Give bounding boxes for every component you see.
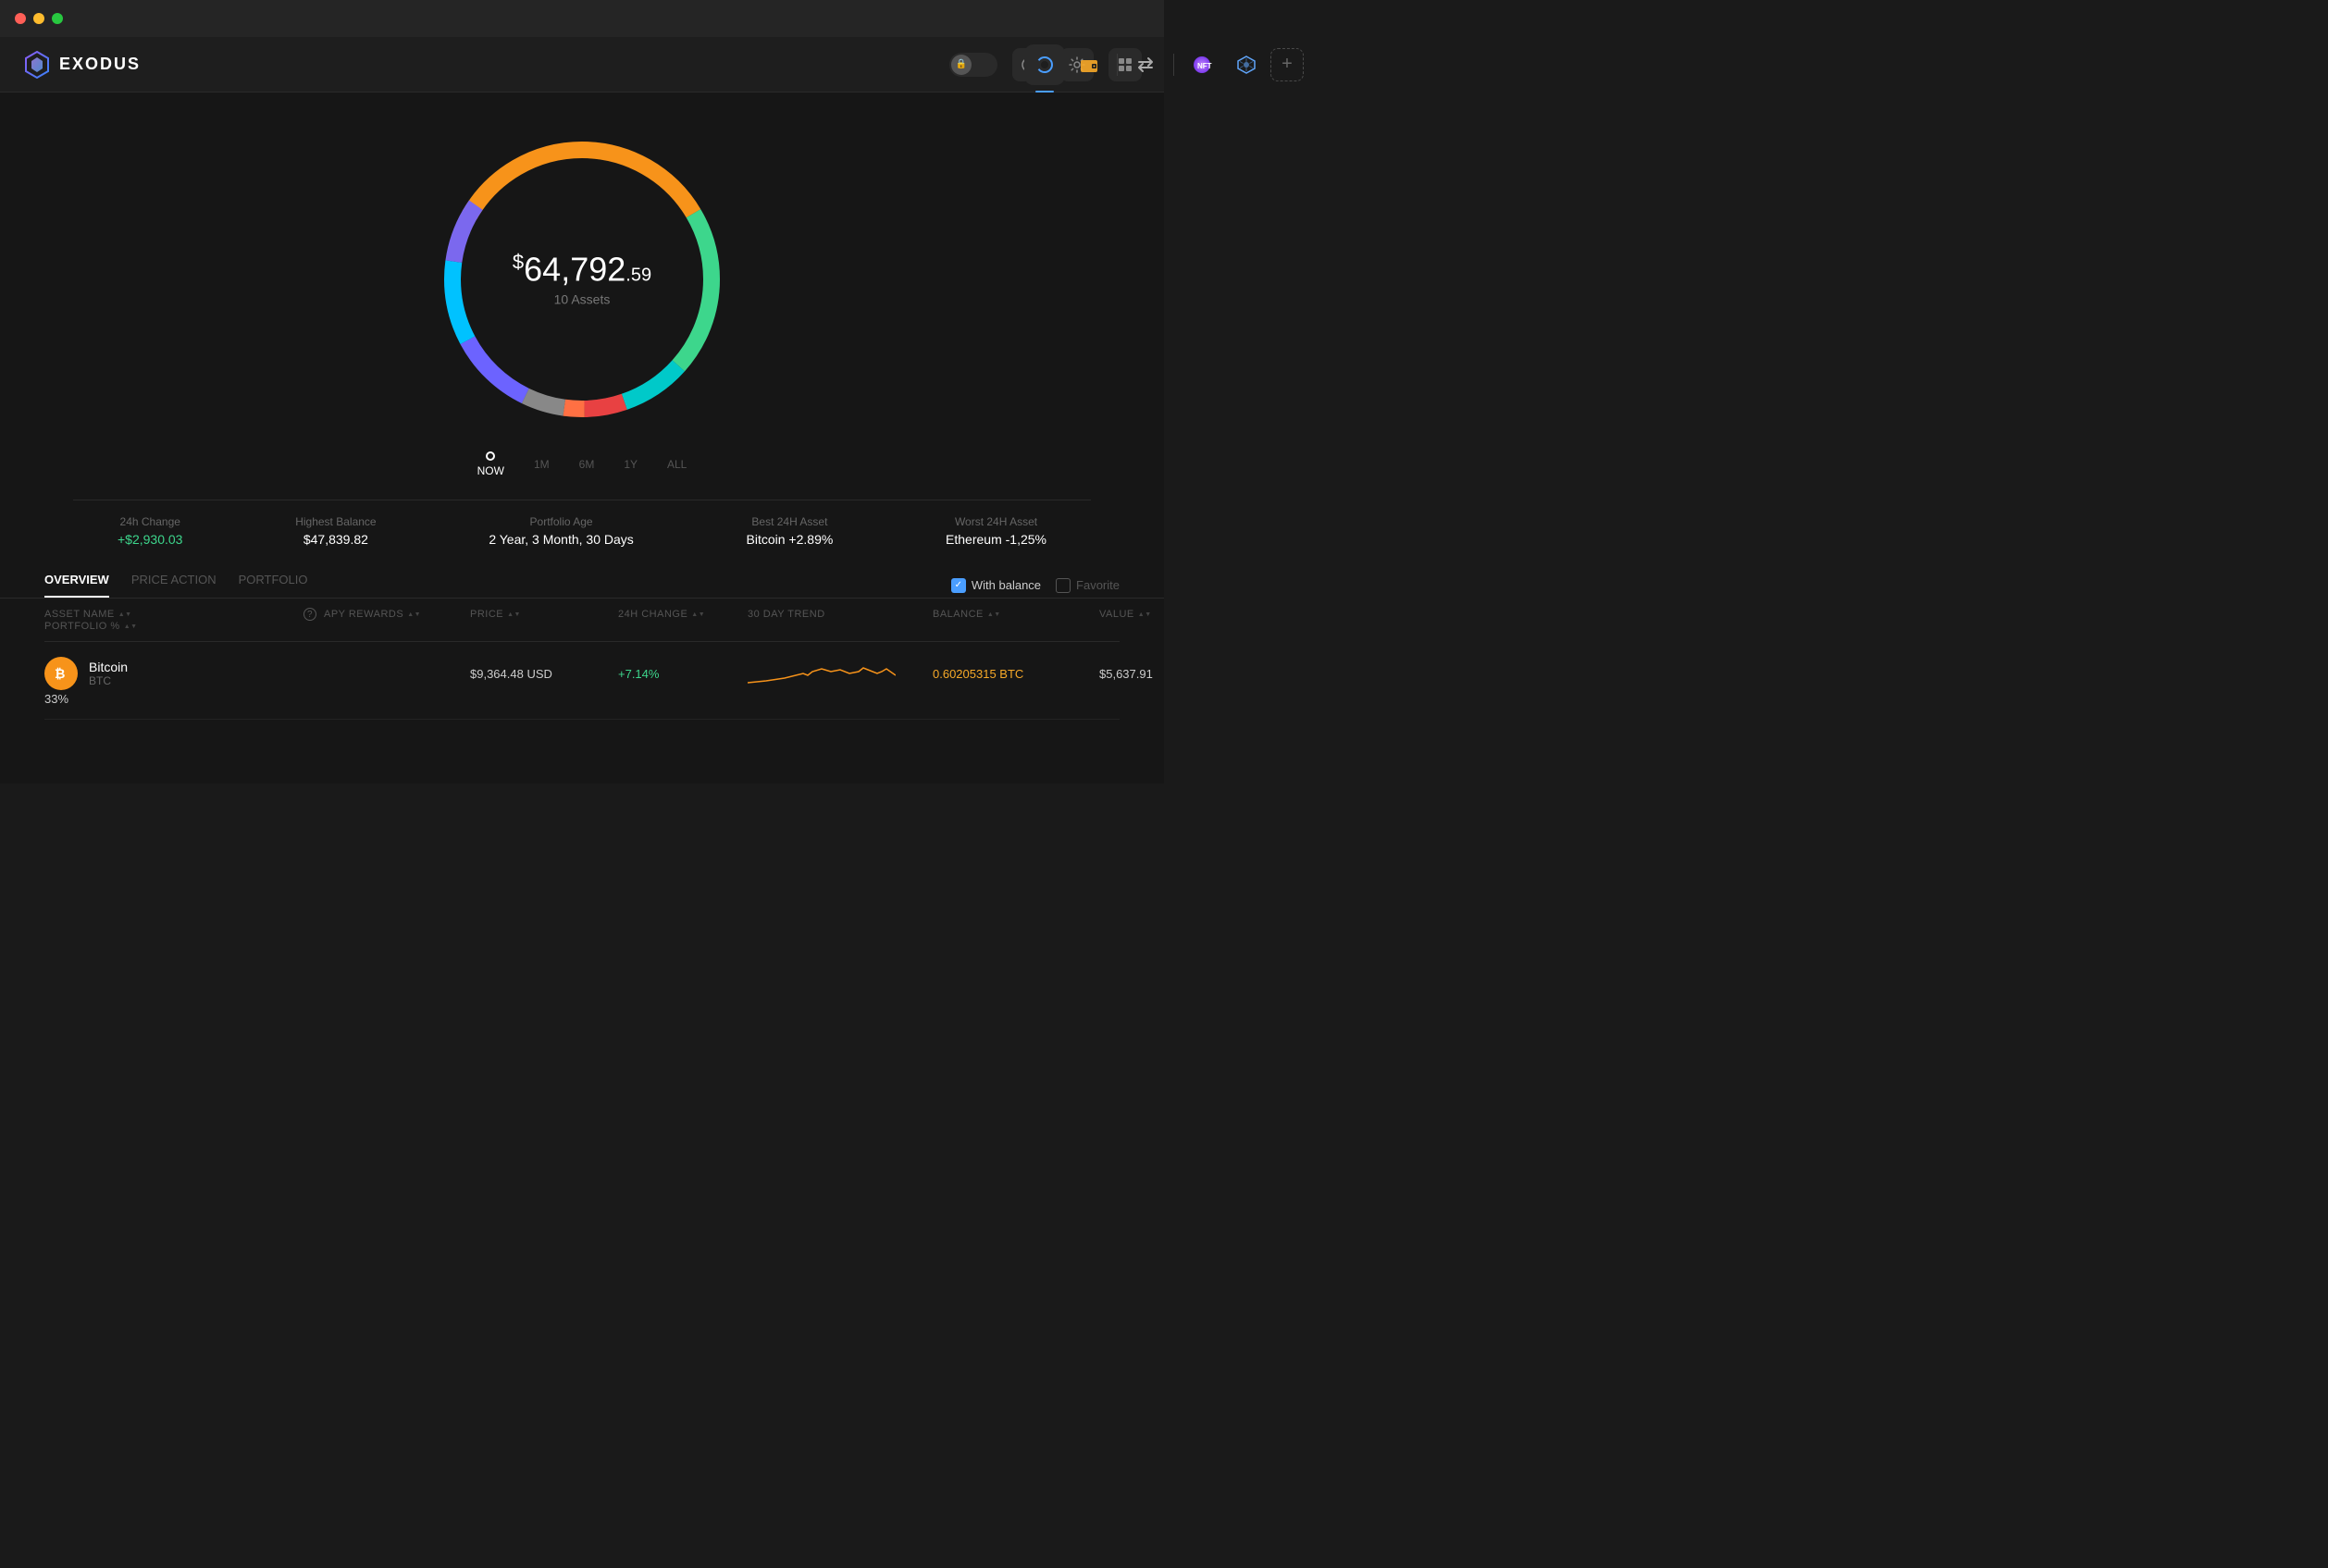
timeline-dot xyxy=(486,451,495,461)
stat-best-label: Best 24H Asset xyxy=(747,515,834,528)
th-apy[interactable]: ? APY REWARDS ▲▼ xyxy=(303,608,470,621)
th-price[interactable]: PRICE ▲▼ xyxy=(470,608,618,621)
sort-asset-name: ▲▼ xyxy=(118,611,132,618)
btc-value: $5,637.91 xyxy=(1099,667,1164,681)
stat-highest-value: $47,839.82 xyxy=(295,532,376,547)
titlebar xyxy=(0,0,1164,37)
th-asset-name[interactable]: ASSET NAME ▲▼ xyxy=(44,608,303,621)
with-balance-toggle[interactable]: ✓ With balance xyxy=(951,578,1041,593)
timeline-1y-label: 1Y xyxy=(624,458,638,471)
timeline-all-label: ALL xyxy=(667,458,687,471)
with-balance-label: With balance xyxy=(972,578,1041,592)
stats-bar: 24h Change +$2,930.03 Highest Balance $4… xyxy=(73,500,1091,562)
stat-highest-label: Highest Balance xyxy=(295,515,376,528)
stat-highest-balance: Highest Balance $47,839.82 xyxy=(295,515,376,547)
timeline-all[interactable]: ALL xyxy=(667,458,687,471)
table-header: ASSET NAME ▲▼ ? APY REWARDS ▲▼ PRICE ▲▼ … xyxy=(44,599,1120,642)
portfolio-donut: $64,792.59 10 Assets xyxy=(425,122,739,437)
stat-age-label: Portfolio Age xyxy=(489,515,633,528)
portfolio-total-value: $64,792.59 xyxy=(513,253,651,287)
stat-24h-label: 24h Change xyxy=(118,515,182,528)
tab-overview[interactable]: OVERVIEW xyxy=(44,573,109,598)
tab-portfolio[interactable] xyxy=(1024,44,1065,85)
tab-exchange[interactable] xyxy=(1125,44,1166,85)
stat-age-value: 2 Year, 3 Month, 30 Days xyxy=(489,532,633,547)
stat-worst-asset: Worst 24H Asset Ethereum -1,25% xyxy=(946,515,1046,547)
with-balance-check: ✓ xyxy=(951,578,966,593)
help-icon: ? xyxy=(303,608,316,621)
sort-balance: ▲▼ xyxy=(987,611,1001,618)
th-30day: 30 DAY TREND xyxy=(748,608,933,621)
stat-best-asset: Best 24H Asset Bitcoin +2.89% xyxy=(747,515,834,547)
tab-web3[interactable] xyxy=(1226,44,1267,85)
btc-icon: ₿ xyxy=(44,657,78,690)
stat-portfolio-age: Portfolio Age 2 Year, 3 Month, 30 Days xyxy=(489,515,633,547)
tab-nft[interactable]: NFT xyxy=(1182,44,1222,85)
tab-price-action[interactable]: PRICE ACTION xyxy=(131,573,217,598)
table-filter-right: ✓ With balance Favorite xyxy=(951,578,1120,593)
lock-icon: 🔒 xyxy=(951,55,972,75)
lock-toggle[interactable]: 🔒 xyxy=(949,53,997,77)
portfolio-section: $64,792.59 10 Assets NOW 1M 6M 1Y ALL xyxy=(0,93,1164,500)
th-portfolio-pct[interactable]: PORTFOLIO % ▲▼ xyxy=(44,621,303,632)
stat-worst-value: Ethereum -1,25% xyxy=(946,532,1046,547)
table-row[interactable]: ₿ Bitcoin BTC $9,364.48 USD +7.14% 0.602… xyxy=(44,642,1120,720)
asset-table: ASSET NAME ▲▼ ? APY REWARDS ▲▼ PRICE ▲▼ … xyxy=(0,599,1164,720)
th-balance[interactable]: BALANCE ▲▼ xyxy=(933,608,1099,621)
nav-tabs: NFT + xyxy=(1024,44,1304,85)
svg-text:NFT: NFT xyxy=(1197,62,1212,70)
timeline-1m-label: 1M xyxy=(534,458,550,471)
stat-24h-change: 24h Change +$2,930.03 xyxy=(118,515,182,547)
main-content: $64,792.59 10 Assets NOW 1M 6M 1Y ALL xyxy=(0,93,1164,784)
tab-wallet[interactable] xyxy=(1069,44,1109,85)
btc-ticker: BTC xyxy=(89,674,128,687)
logo-text: EXODUS xyxy=(59,55,141,74)
header: EXODUS xyxy=(0,37,1164,93)
timeline: NOW 1M 6M 1Y ALL xyxy=(477,451,687,477)
add-tab-button[interactable]: + xyxy=(1270,48,1304,81)
timeline-now[interactable]: NOW xyxy=(477,451,504,477)
table-tabs: OVERVIEW PRICE ACTION PORTFOLIO ✓ With b… xyxy=(0,562,1164,599)
close-button[interactable] xyxy=(15,13,26,24)
btc-sparkline-svg xyxy=(748,655,896,692)
dollar-sign: $ xyxy=(513,251,524,274)
sort-value: ▲▼ xyxy=(1138,611,1152,618)
stat-best-value: Bitcoin +2.89% xyxy=(747,532,834,547)
th-24h-change[interactable]: 24H CHANGE ▲▼ xyxy=(618,608,748,621)
logo: EXODUS xyxy=(22,50,141,80)
favorite-checkbox xyxy=(1056,578,1071,593)
sort-portfolio: ▲▼ xyxy=(124,623,138,630)
donut-center: $64,792.59 10 Assets xyxy=(513,253,651,307)
exodus-logo-icon xyxy=(22,50,52,80)
btc-sparkline xyxy=(748,655,933,692)
asset-count: 10 Assets xyxy=(513,292,651,307)
favorite-label: Favorite xyxy=(1076,578,1120,592)
btc-balance: 0.60205315 BTC xyxy=(933,667,1099,681)
svg-text:₿: ₿ xyxy=(55,666,65,681)
sort-price: ▲▼ xyxy=(507,611,521,618)
btc-portfolio-pct: 33% xyxy=(44,692,303,706)
stat-24h-value: +$2,930.03 xyxy=(118,532,182,547)
stat-worst-label: Worst 24H Asset xyxy=(946,515,1046,528)
timeline-1m[interactable]: 1M xyxy=(534,458,550,471)
btc-name: Bitcoin xyxy=(89,660,128,674)
sort-24h: ▲▼ xyxy=(691,611,705,618)
btc-info: Bitcoin BTC xyxy=(89,660,128,687)
tab-portfolio-tab[interactable]: PORTFOLIO xyxy=(239,573,308,598)
timeline-6m-label: 6M xyxy=(579,458,595,471)
timeline-6m[interactable]: 6M xyxy=(579,458,595,471)
btc-price: $9,364.48 USD xyxy=(470,667,618,681)
sort-apy: ▲▼ xyxy=(407,611,421,618)
asset-cell-btc: ₿ Bitcoin BTC xyxy=(44,657,303,690)
timeline-now-label: NOW xyxy=(477,464,504,477)
favorite-toggle[interactable]: Favorite xyxy=(1056,578,1120,593)
maximize-button[interactable] xyxy=(52,13,63,24)
nav-divider-2 xyxy=(1173,54,1174,76)
minimize-button[interactable] xyxy=(33,13,44,24)
th-value[interactable]: VALUE ▲▼ xyxy=(1099,608,1164,621)
btc-change: +7.14% xyxy=(618,667,748,681)
timeline-1y[interactable]: 1Y xyxy=(624,458,638,471)
nav-divider-1 xyxy=(1117,54,1118,76)
